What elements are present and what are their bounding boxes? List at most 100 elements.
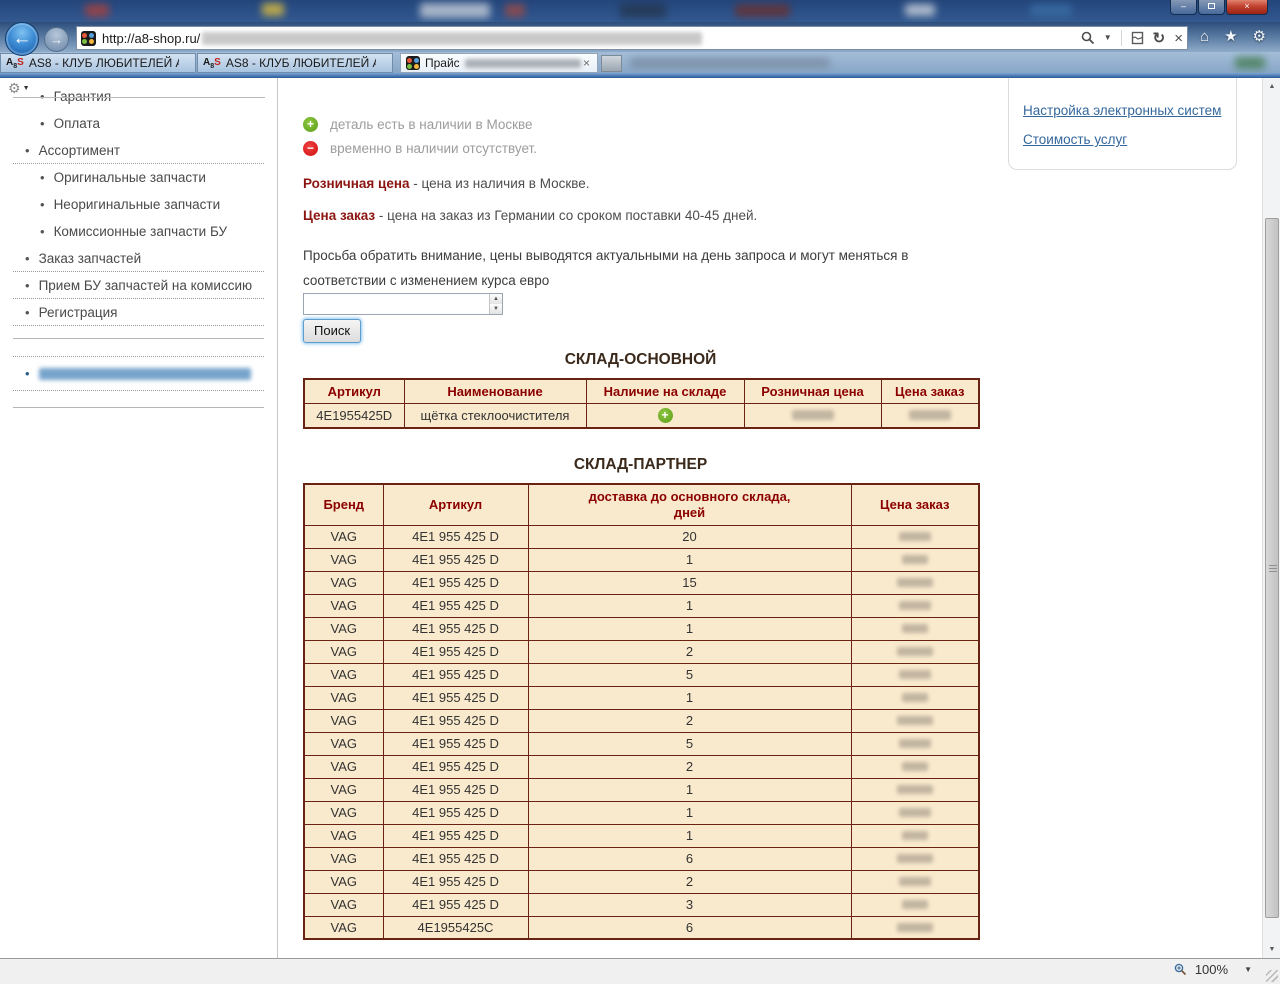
scroll-down-icon[interactable]: ▼ xyxy=(1263,941,1280,958)
compatibility-view-icon[interactable] xyxy=(1131,31,1144,45)
window-title-bar: – × xyxy=(0,0,1280,22)
address-bar-controls: ▼ ↻ × xyxy=(1081,30,1183,46)
sidebar-item[interactable]: • Комиссионные запчасти БУ xyxy=(0,224,277,238)
sidebar: • Гарантия • Оплата • Ассортимент • Ориг… xyxy=(0,78,278,958)
maximize-button[interactable] xyxy=(1198,0,1225,15)
delivery-days-cell: 5 xyxy=(528,732,851,755)
zoom-control[interactable]: 100% ▼ xyxy=(1174,962,1252,977)
censored-price xyxy=(899,877,931,886)
censored-price xyxy=(899,670,931,679)
sidebar-item[interactable]: • Неоригинальные запчасти xyxy=(0,197,277,211)
tab-price-active[interactable]: Прайс × xyxy=(400,53,598,73)
censored-price xyxy=(792,410,834,420)
order-price-label: Цена заказ xyxy=(303,208,375,223)
order-price-cell xyxy=(851,732,979,755)
tab-as8-1[interactable]: A8S AS8 - КЛУБ ЛЮБИТЕЛЕЙ AUD... xyxy=(0,53,196,73)
spinner-up-icon[interactable]: ▲ xyxy=(490,294,502,304)
favorites-star-icon[interactable]: ★ xyxy=(1224,29,1237,44)
article-cell: 4E1 955 425 D xyxy=(383,778,528,801)
sidebar-item[interactable]: • Оригинальные запчасти xyxy=(0,170,277,184)
search-dropdown-icon[interactable]: ▼ xyxy=(1104,34,1112,42)
forward-button[interactable]: → xyxy=(44,27,69,52)
minimize-button[interactable]: – xyxy=(1170,0,1197,15)
partner-table-row: VAG 4E1 955 425 D 2 xyxy=(304,870,979,893)
col-order-price: Цена заказ xyxy=(851,484,979,526)
delivery-days-cell: 2 xyxy=(528,640,851,663)
search-button[interactable]: Поиск xyxy=(303,319,361,343)
brand-cell: VAG xyxy=(304,847,383,870)
sidebar-item[interactable]: • Ассортимент xyxy=(0,143,277,157)
sidebar-item[interactable]: • Оплата xyxy=(0,116,277,130)
article-cell: 4E1 955 425 D xyxy=(383,847,528,870)
partner-table-row: VAG 4E1 955 425 D 15 xyxy=(304,571,979,594)
order-price-cell xyxy=(851,686,979,709)
order-price-text: - цена на заказ из Германии со сроком по… xyxy=(375,208,757,223)
scroll-up-icon[interactable]: ▲ xyxy=(1263,78,1280,95)
sidebar-item-label: Комиссионные запчасти БУ xyxy=(54,224,228,239)
censored-price xyxy=(899,808,931,817)
refresh-icon[interactable]: ↻ xyxy=(1153,31,1166,46)
retail-price-text: - цена из наличия в Москве. xyxy=(410,176,590,191)
brand-cell: VAG xyxy=(304,732,383,755)
partner-warehouse-table: Бренд Артикул доставка до основного скла… xyxy=(303,483,980,941)
partner-table-row: VAG 4E1 955 425 D 1 xyxy=(304,617,979,640)
delivery-days-cell: 5 xyxy=(528,663,851,686)
vertical-scrollbar[interactable]: ▲ ▼ xyxy=(1262,78,1280,958)
tab-title: AS8 - КЛУБ ЛЮБИТЕЛЕЙ AUD... xyxy=(226,56,376,70)
link-service-cost[interactable]: Стоимость услуг xyxy=(1023,132,1236,147)
resize-grip[interactable] xyxy=(1266,970,1278,982)
sidebar-item[interactable]: • Регистрация xyxy=(0,305,277,319)
sidebar-censored-link[interactable]: • xyxy=(0,366,277,381)
partner-table-row: VAG 4E1 955 425 D 2 xyxy=(304,755,979,778)
home-icon[interactable]: ⌂ xyxy=(1200,29,1209,44)
article-cell: 4E1 955 425 D xyxy=(383,870,528,893)
close-button[interactable]: × xyxy=(1226,0,1268,15)
col-name: Наименование xyxy=(404,379,586,404)
censored-price xyxy=(902,555,928,564)
brand-cell: VAG xyxy=(304,916,383,939)
back-button[interactable]: ← xyxy=(5,22,39,56)
sidebar-item-label: Прием БУ запчастей на комиссию xyxy=(39,278,253,293)
censored-price xyxy=(902,762,928,771)
divider xyxy=(1121,30,1122,46)
delivery-days-cell: 1 xyxy=(528,778,851,801)
article-cell: 4E1 955 425 D xyxy=(383,548,528,571)
search-input[interactable] xyxy=(304,294,489,314)
availability-cell: + xyxy=(586,404,744,428)
col-delivery-days: доставка до основного склада, дней xyxy=(528,484,851,526)
browser-window: – × ← → http://a8-shop.ru/ ▼ ↻ × ⌂ ★ xyxy=(0,0,1280,984)
spinner-down-icon[interactable]: ▼ xyxy=(490,304,502,314)
sidebar-item[interactable]: • Гарантия xyxy=(0,89,277,103)
col-article: Артикул xyxy=(304,379,404,404)
new-tab-button[interactable] xyxy=(601,55,622,72)
partner-table-header-row: Бренд Артикул доставка до основного скла… xyxy=(304,484,979,526)
url-text[interactable]: http://a8-shop.ru/ xyxy=(102,31,200,46)
delivery-days-cell: 2 xyxy=(528,870,851,893)
censored-price xyxy=(897,785,933,794)
command-icons: ⌂ ★ ⚙ xyxy=(1200,29,1266,44)
link-electronic-systems[interactable]: Настройка электронных систем xyxy=(1023,103,1236,118)
sidebar-item[interactable]: • Заказ запчастей xyxy=(0,251,277,265)
tools-gear-icon[interactable]: ⚙ xyxy=(1253,29,1266,44)
search-row: ▲ ▼ xyxy=(303,293,983,315)
tab-as8-2[interactable]: A8S AS8 - КЛУБ ЛЮБИТЕЛЕЙ AUD... xyxy=(197,53,393,73)
order-price-cell xyxy=(851,778,979,801)
address-bar[interactable]: http://a8-shop.ru/ ▼ ↻ × xyxy=(76,26,1188,50)
search-icon[interactable] xyxy=(1081,31,1095,45)
legend-text: деталь есть в наличии в Москве xyxy=(330,117,533,132)
stop-icon[interactable]: × xyxy=(1174,31,1183,46)
scrollbar-thumb[interactable] xyxy=(1265,218,1279,918)
tab-close-icon[interactable]: × xyxy=(581,56,592,70)
sidebar-item[interactable]: • Прием БУ запчастей на комиссию xyxy=(0,278,277,292)
desktop-blur-blob xyxy=(620,3,666,18)
sidebar-item-label: Неоригинальные запчасти xyxy=(54,197,221,212)
sidebar-menu: • Гарантия • Оплата • Ассортимент • Ориг… xyxy=(0,78,277,326)
censored-price xyxy=(897,854,933,863)
bullet-icon: • xyxy=(25,366,30,381)
joomla-favicon xyxy=(406,56,420,70)
brand-cell: VAG xyxy=(304,571,383,594)
spinner: ▲ ▼ xyxy=(489,294,502,314)
censored-link-text xyxy=(39,368,251,380)
sidebar-dotted-separator xyxy=(13,390,264,391)
col-order-price: Цена заказ xyxy=(881,379,979,404)
